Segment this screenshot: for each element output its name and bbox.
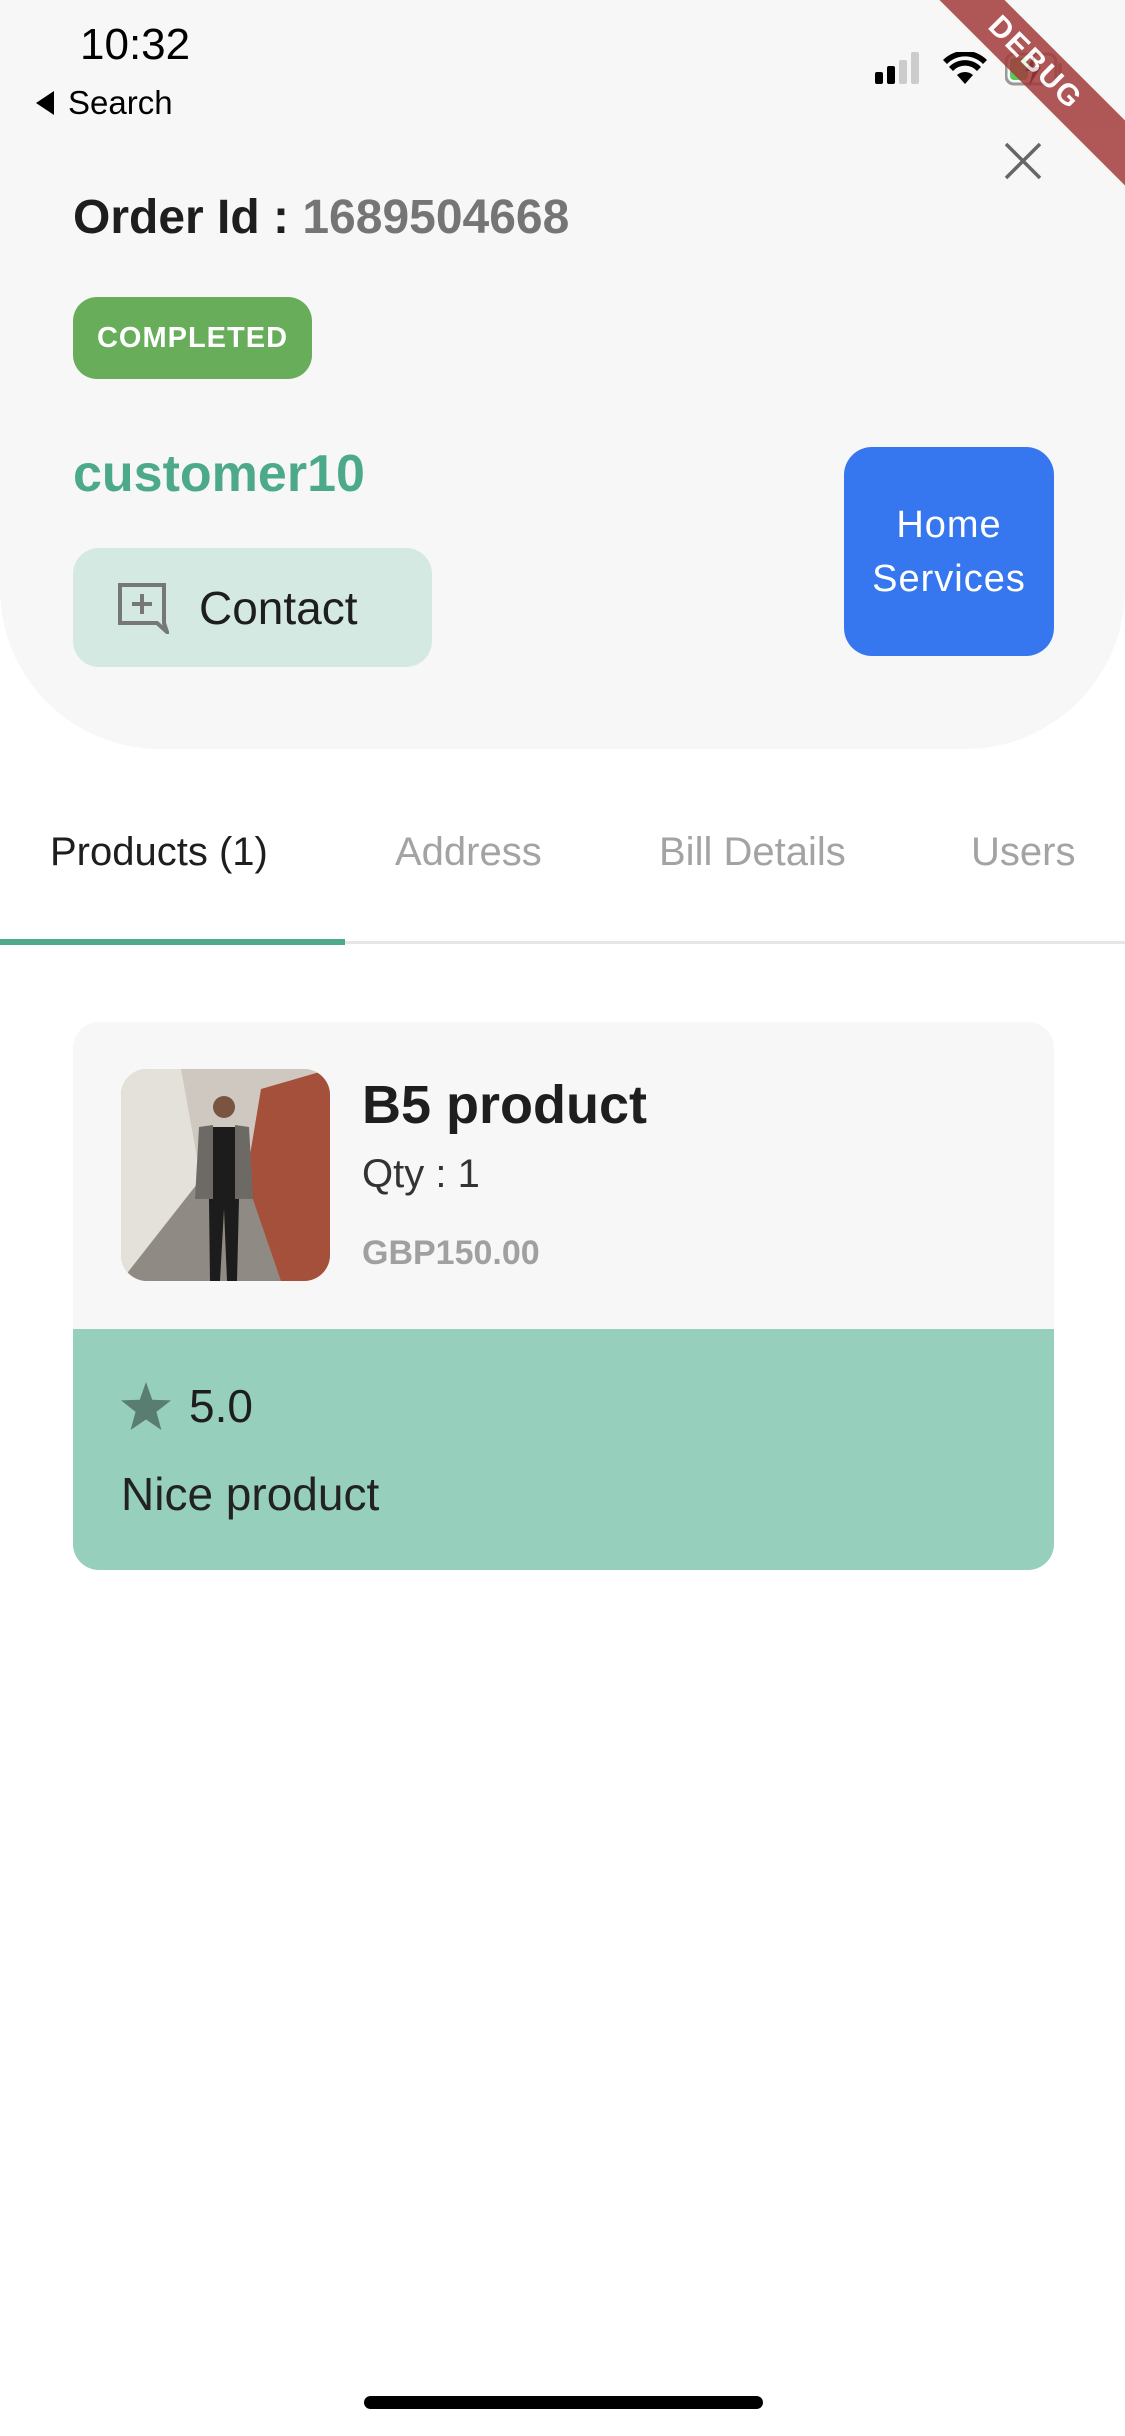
order-id-label: Order Id :: [73, 191, 303, 244]
contact-label: Contact: [199, 581, 358, 634]
close-icon[interactable]: [1002, 140, 1044, 182]
product-qty: Qty : 1: [362, 1152, 480, 1196]
order-id-value: 1689504668: [302, 191, 570, 244]
star-icon: [121, 1382, 171, 1430]
rating-value: 5.0: [189, 1380, 253, 1432]
status-time: 10:32: [80, 20, 191, 69]
review-text: Nice product: [121, 1468, 380, 1520]
product-name: B5 product: [362, 1075, 648, 1135]
status-badge: COMPLETED: [73, 297, 312, 379]
product-card[interactable]: B5 product Qty : 1 GBP150.00 5.0 Nice pr…: [73, 1022, 1054, 1570]
home-indicator[interactable]: [364, 2396, 763, 2409]
tab-products[interactable]: Products (1): [50, 830, 268, 875]
back-triangle-icon: [36, 91, 54, 115]
tab-bar: Products (1) Address Bill Details Users: [0, 830, 1125, 945]
back-label: Search: [68, 84, 173, 121]
tab-users[interactable]: Users: [971, 830, 1075, 875]
active-tab-indicator: [0, 939, 345, 945]
review-section: [73, 1329, 1054, 1570]
tab-bill-details[interactable]: Bill Details: [659, 830, 846, 875]
product-image: [121, 1069, 330, 1281]
contact-button[interactable]: Contact: [73, 548, 432, 667]
service-type-button[interactable]: Home Services: [844, 447, 1054, 656]
product-price: GBP150.00: [362, 1234, 540, 1272]
wifi-icon: [943, 52, 987, 84]
cellular-signal-icon: [875, 52, 919, 84]
product-rating: 5.0: [121, 1379, 253, 1433]
back-to-search[interactable]: Search: [36, 84, 173, 122]
customer-name: customer10: [73, 445, 365, 503]
tab-address[interactable]: Address: [395, 830, 542, 875]
order-id-line: Order Id : 1689504668: [73, 190, 569, 245]
add-comment-icon: [118, 582, 169, 634]
